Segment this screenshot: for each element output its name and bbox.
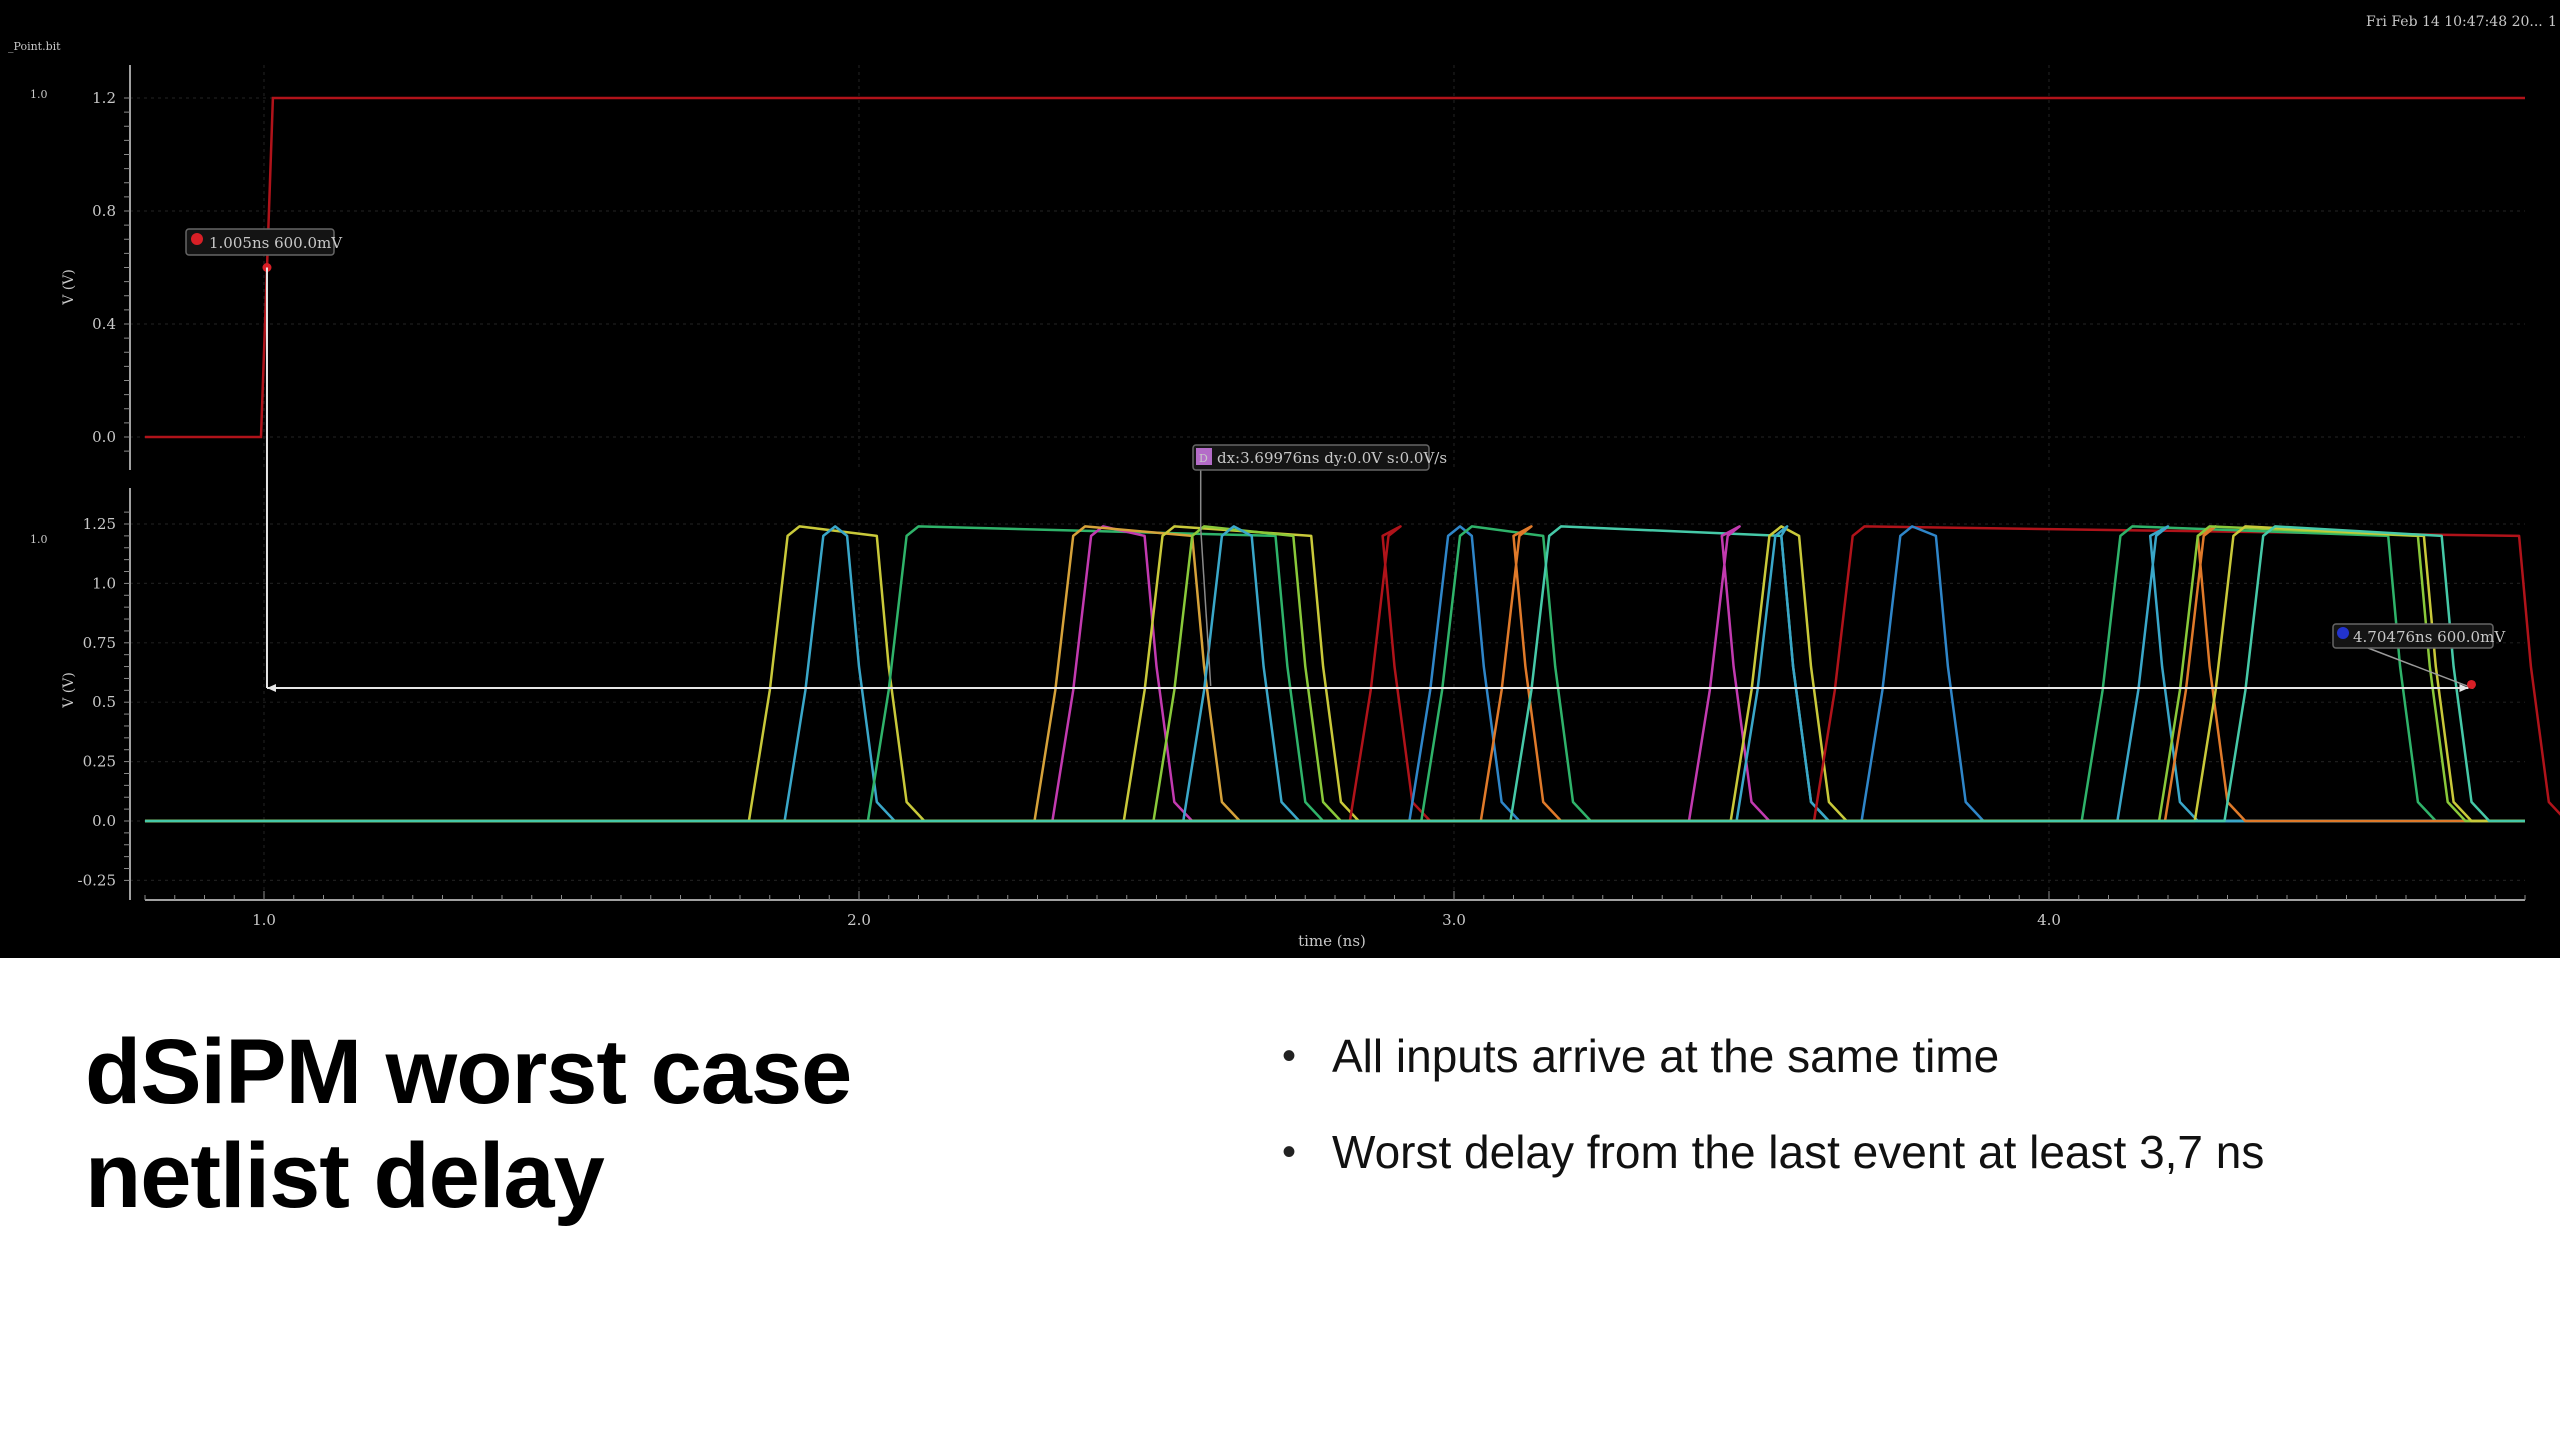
delta-badge-text: D (1199, 452, 1208, 465)
signal-trace (145, 525, 2525, 823)
bullet-item: Worst delay from the last event at least… (1282, 1124, 2264, 1220)
timestamp-edge: 1 (2548, 14, 2557, 30)
signal-trace (145, 525, 2525, 823)
signal-trace (145, 525, 2525, 823)
top-corner-label: 1.0 (30, 88, 48, 101)
signal-trace (145, 525, 2525, 823)
x-axis-label: time (ns) (1298, 932, 1366, 950)
x-tick-label: 4.0 (2037, 911, 2061, 929)
measure-arrow-left (266, 683, 276, 692)
y-tick-label: 0.8 (92, 202, 116, 220)
signal-trace (145, 525, 2525, 823)
y-tick-label: 0.0 (92, 812, 116, 830)
slide-text-area: dSiPM worst case netlist delay All input… (0, 958, 2560, 1440)
reference-trace (145, 96, 2525, 439)
marker-b-badge[interactable] (2337, 627, 2349, 639)
signal-trace (145, 525, 2525, 823)
signal-trace (145, 525, 2525, 823)
bullet-item: All inputs arrive at the same time (1282, 1028, 2264, 1124)
signal-trace (145, 525, 2525, 823)
delta-leader (1199, 527, 1212, 686)
signal-trace (145, 525, 2525, 823)
marker-a-label: 1.005ns 600.0mV (209, 234, 343, 252)
signal-trace (145, 525, 2525, 823)
bottom-y-axis-label: V (V) (61, 672, 77, 709)
y-tick-label: 1.25 (83, 515, 116, 533)
signal-trace (145, 525, 2525, 823)
signal-trace (145, 525, 2525, 823)
x-tick-label: 1.0 (252, 911, 276, 929)
top-panel-traces (145, 96, 2525, 439)
signal-trace (145, 525, 2525, 823)
signal-trace (145, 525, 2525, 823)
marker-b-label: 4.70476ns 600.0mV (2353, 628, 2506, 646)
signal-trace (145, 525, 2525, 823)
marker-b-leader (2367, 647, 2474, 690)
slide-title-line-1: dSiPM worst case (85, 1021, 852, 1123)
slide-title-line-2: netlist delay (85, 1125, 605, 1227)
signal-trace (145, 525, 2525, 823)
y-tick-label: 0.0 (92, 428, 116, 446)
bottom-y-tick-labels: 1.25 1.0 0.75 0.5 0.25 0.0 -0.25 (78, 515, 116, 889)
y-tick-label: 1.2 (92, 89, 116, 107)
delta-label: dx:3.69976ns dy:0.0V s:0.0V/s (1217, 449, 1447, 467)
bullet-list: All inputs arrive at the same time Worst… (1282, 1028, 2264, 1220)
x-tick-label: 2.0 (847, 911, 871, 929)
x-tick-labels: 1.0 2.0 3.0 4.0 (252, 911, 2061, 929)
y-tick-label: 0.5 (92, 693, 116, 711)
top-y-axis-label: V (V) (61, 269, 77, 306)
signal-trace (145, 525, 2525, 823)
waveform-viewer: 1.2 0.8 0.4 0.0 1.25 1.0 0.75 0.5 0.25 0.0 -0.25 … (0, 0, 2560, 958)
y-tick-label: 0.4 (92, 315, 116, 333)
signal-trace (145, 525, 2525, 823)
bottom-corner-label: 1.0 (30, 533, 48, 546)
y-tick-label: -0.25 (78, 871, 116, 889)
y-tick-label: 0.75 (83, 634, 116, 652)
signal-trace (145, 525, 2560, 823)
waveform-plot: 1.20.80.40.0 1.251.00.750.50.250.0-0.25 … (8, 14, 2560, 950)
marker-a-badge[interactable] (191, 233, 203, 245)
slide-title: dSiPM worst case netlist delay (85, 1020, 852, 1228)
y-tick-label: 1.0 (92, 574, 116, 592)
bottom-panel-traces (145, 525, 2560, 823)
signal-trace (145, 525, 2525, 823)
y-tick-label: 0.25 (83, 753, 116, 771)
timestamp: Fri Feb 14 10:47:48 20... (2366, 14, 2543, 30)
signal-trace (145, 525, 2525, 823)
marker-b-point (2466, 679, 2476, 689)
signal-trace (145, 525, 2525, 823)
x-tick-label: 3.0 (1442, 911, 1466, 929)
signal-trace (145, 525, 2525, 823)
top-left-label: _Point.bit (8, 40, 61, 53)
signal-trace (145, 525, 2525, 823)
top-y-tick-labels: 1.2 0.8 0.4 0.0 (92, 89, 116, 446)
